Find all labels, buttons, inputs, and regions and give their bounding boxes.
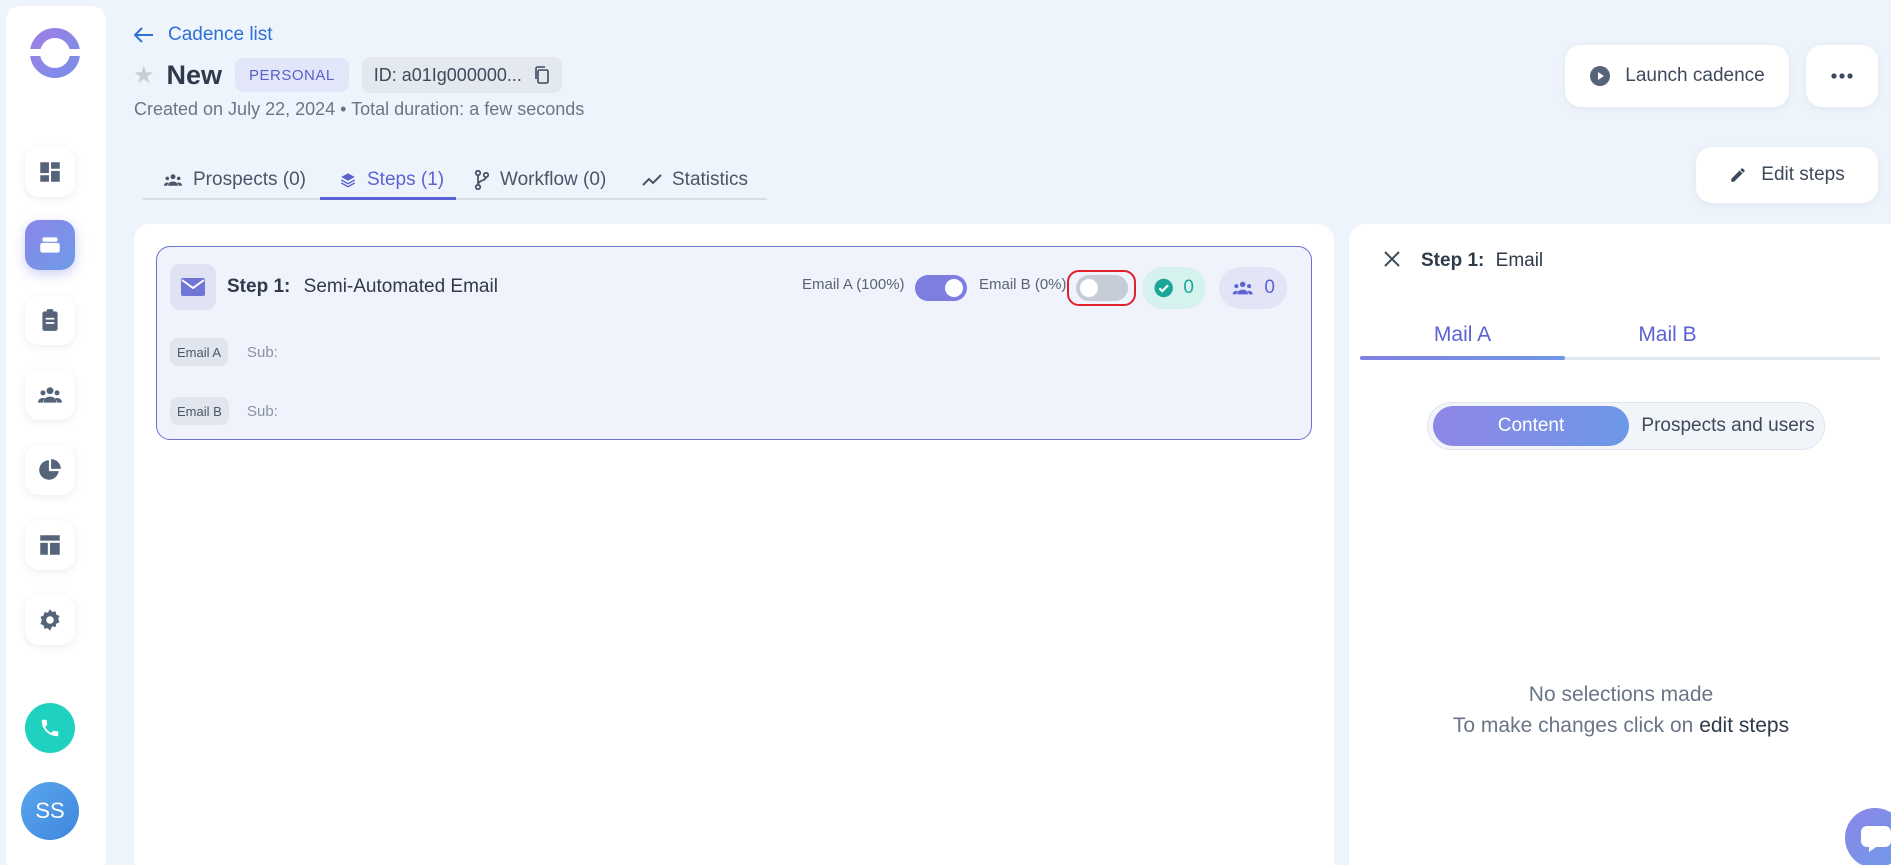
people-icon: [164, 174, 182, 186]
favorite-star-icon[interactable]: ★: [133, 61, 155, 90]
tab-prospects[interactable]: Prospects (0): [163, 160, 306, 200]
nav-tasks[interactable]: [25, 295, 75, 345]
email-a-toggle[interactable]: [915, 275, 967, 301]
prospects-count-chip[interactable]: 0: [1219, 267, 1287, 309]
dashboard-icon: [40, 162, 60, 182]
launch-cadence-label: Launch cadence: [1625, 65, 1765, 86]
people-icon: [38, 387, 62, 403]
more-dots-icon: [1831, 73, 1853, 79]
tab-statistics[interactable]: Statistics: [642, 160, 748, 200]
active-mail-tab-indicator: [1360, 356, 1565, 360]
content-segmented-control: Content Prospects and users: [1427, 402, 1825, 450]
email-a-subject: Sub:: [247, 344, 278, 361]
tab-mail-b[interactable]: Mail B: [1565, 312, 1770, 357]
email-b-toggle-focus-ring: [1067, 270, 1136, 306]
tab-workflow-label: Workflow (0): [500, 169, 607, 190]
personal-badge: PERSONAL: [235, 58, 349, 92]
play-circle-icon: [1590, 66, 1611, 86]
segment-content[interactable]: Content: [1433, 406, 1629, 446]
chat-support-button[interactable]: [1845, 808, 1891, 865]
created-subtitle: Created on July 22, 2024 • Total duratio…: [134, 99, 585, 119]
nav-settings[interactable]: [25, 595, 75, 645]
empty-state-title: No selections made: [1528, 683, 1714, 706]
email-b-tag: Email B: [170, 397, 229, 425]
more-options-button[interactable]: [1806, 45, 1878, 107]
id-chip: ID: a01Ig000000...: [361, 57, 562, 93]
step-name: Semi-Automated Email: [303, 276, 498, 297]
user-avatar[interactable]: SS: [21, 782, 79, 840]
step-number: Step 1:: [227, 276, 291, 297]
pencil-icon: [1731, 168, 1746, 182]
tab-prospects-label: Prospects (0): [193, 169, 306, 190]
id-label: ID: a01Ig000000...: [373, 64, 522, 85]
phone-button[interactable]: [25, 703, 75, 753]
email-a-percent-label: Email A (100%): [802, 276, 905, 293]
cadence-title: New: [166, 59, 223, 90]
layout-icon: [40, 535, 60, 555]
back-link-label: Cadence list: [168, 24, 273, 45]
launch-cadence-button[interactable]: Launch cadence: [1565, 45, 1789, 107]
empty-state-hint: To make changes click on edit steps: [1349, 714, 1891, 738]
side-step-number: Step 1:: [1421, 250, 1485, 271]
pie-chart-icon: [39, 459, 61, 480]
close-icon[interactable]: [1383, 250, 1401, 268]
arrow-left-icon: [134, 27, 153, 43]
prospects-count: 0: [1264, 277, 1275, 298]
tab-workflow[interactable]: Workflow (0): [474, 160, 606, 200]
phone-icon: [41, 719, 59, 737]
completed-count: 0: [1183, 277, 1194, 298]
segment-prospects-users[interactable]: Prospects and users: [1634, 406, 1822, 446]
completed-count-chip[interactable]: 0: [1142, 267, 1206, 309]
nav-reports[interactable]: [25, 445, 75, 495]
tab-steps-label: Steps (1): [367, 169, 445, 190]
side-panel-title: Step 1: Email: [1421, 250, 1543, 272]
side-step-type: Email: [1495, 250, 1544, 271]
gear-icon: [40, 609, 60, 631]
edit-steps-link[interactable]: edit steps: [1699, 714, 1789, 737]
active-tab-indicator: [320, 197, 456, 200]
edit-steps-label: Edit steps: [1761, 164, 1845, 185]
nav-prospects[interactable]: [25, 370, 75, 420]
nav-dashboard[interactable]: [25, 147, 75, 197]
step-title: Step 1: Semi-Automated Email: [227, 276, 498, 298]
check-circle-icon: [1154, 278, 1173, 298]
toggle-knob: [945, 279, 963, 297]
step-email-icon-box: [170, 264, 216, 310]
cadence-tabs: Prospects (0) Steps (1) Workflow (0) Sta…: [143, 160, 767, 200]
chat-bubble-icon: [1861, 826, 1891, 852]
trend-icon: [642, 174, 662, 186]
clipboard-icon: [42, 309, 58, 331]
email-b-subject: Sub:: [247, 403, 278, 420]
tab-statistics-label: Statistics: [672, 169, 749, 190]
copy-icon[interactable]: [534, 66, 550, 84]
nav-templates[interactable]: [25, 520, 75, 570]
edit-steps-button[interactable]: Edit steps: [1696, 147, 1878, 203]
back-to-cadence-list[interactable]: Cadence list: [134, 24, 273, 46]
email-a-tag: Email A: [170, 338, 229, 366]
app-logo[interactable]: [28, 26, 82, 80]
email-b-percent-label: Email B (0%): [979, 276, 1067, 293]
branch-icon: [474, 170, 490, 190]
mail-tabs: Mail A Mail B: [1360, 312, 1880, 360]
people-icon: [1232, 281, 1253, 295]
tab-steps[interactable]: Steps (1): [339, 160, 444, 200]
tab-mail-a[interactable]: Mail A: [1360, 312, 1565, 357]
mail-icon: [181, 278, 205, 296]
inbox-stack-icon: [40, 237, 60, 253]
empty-state-hint-prefix: To make changes click on: [1452, 714, 1694, 737]
layers-icon: [340, 173, 356, 188]
nav-cadences[interactable]: [25, 220, 75, 270]
